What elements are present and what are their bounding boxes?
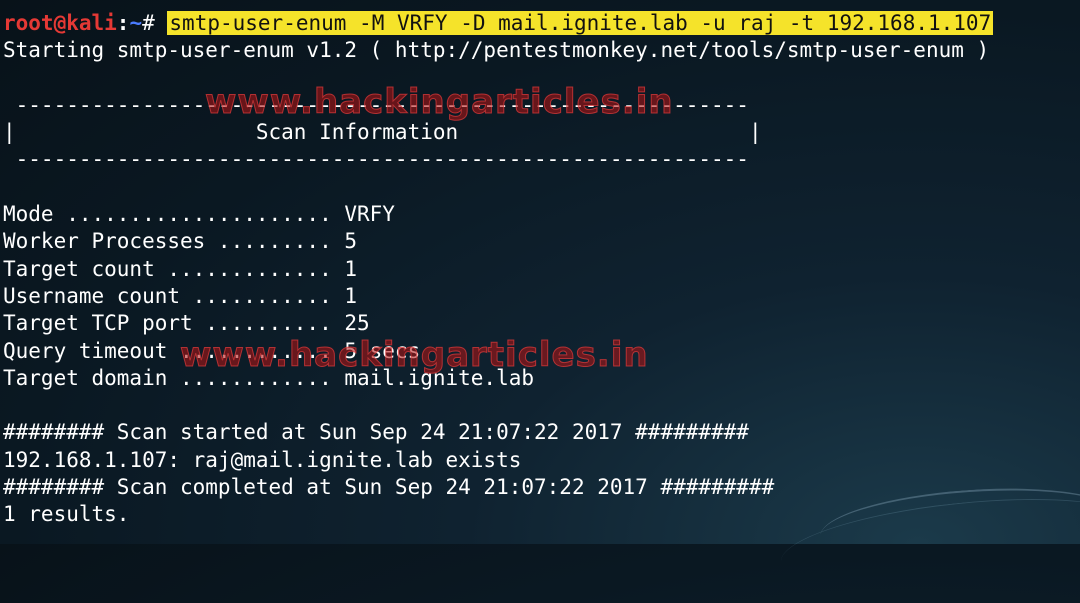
output-line: Target domain ............ mail.ignite.l… — [3, 365, 535, 390]
prompt-user: root@kali — [3, 11, 117, 35]
output-line: Target count ............. 1 — [3, 256, 358, 281]
output-line: Mode ..................... VRFY — [3, 202, 395, 227]
output-line: 1 results. — [3, 502, 130, 527]
command-text[interactable]: smtp-user-enum -M VRFY -D mail.ignite.la… — [167, 11, 994, 35]
output-line: | Scan Information | — [3, 120, 762, 145]
output-line: ######## Scan completed at Sun Sep 24 21… — [3, 475, 775, 500]
prompt-separator: : — [116, 11, 130, 35]
output-line: ----------------------------------------… — [3, 92, 749, 117]
output-line: Worker Processes ......... 5 — [3, 229, 358, 254]
output-line: Starting smtp-user-enum v1.2 ( http://pe… — [3, 38, 990, 63]
output-line: Query timeout ............ 5 secs — [3, 338, 421, 363]
prompt-path: ~ — [129, 11, 143, 35]
output-line: ######## Scan started at Sun Sep 24 21:0… — [3, 420, 749, 445]
output-line: Target TCP port .......... 25 — [3, 311, 370, 336]
output-line: ----------------------------------------… — [3, 147, 749, 172]
terminal-window[interactable]: root@kali:~# smtp-user-enum -M VRFY -D m… — [3, 10, 1077, 540]
prompt-symbol: # — [142, 11, 168, 35]
output-line: Username count ........... 1 — [3, 283, 358, 308]
output-line: 192.168.1.107: raj@mail.ignite.lab exist… — [3, 447, 522, 472]
command-line: root@kali:~# smtp-user-enum -M VRFY -D m… — [3, 10, 1077, 37]
